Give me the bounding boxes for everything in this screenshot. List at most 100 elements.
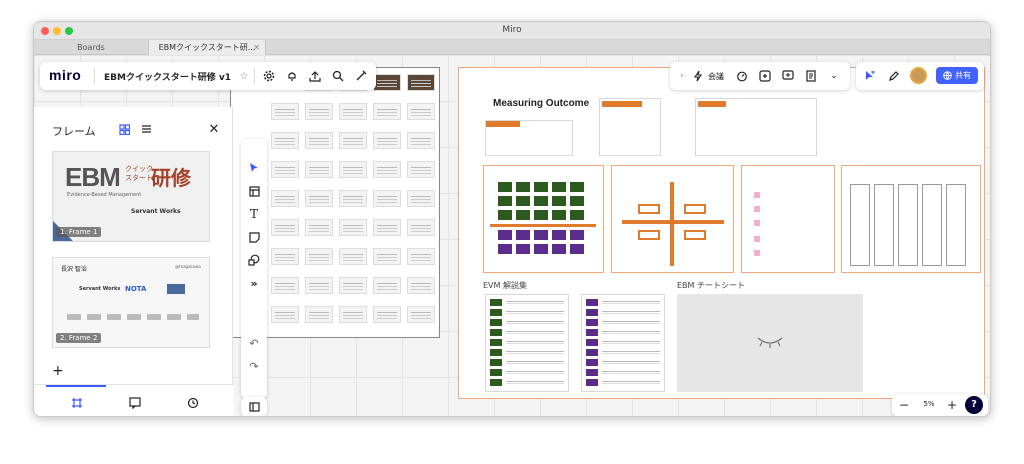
board-canvas[interactable]: Measuring Outcome EVM 解説集 EBM チートシート T »… (34, 55, 990, 416)
slide-thumbnail[interactable] (271, 161, 299, 178)
value-card[interactable] (534, 230, 548, 240)
note-card[interactable] (485, 120, 573, 156)
slide-thumbnail[interactable] (373, 219, 401, 236)
slide-thumbnail[interactable] (271, 277, 299, 294)
slide-thumbnail[interactable] (373, 277, 401, 294)
slide-thumbnail[interactable] (407, 277, 435, 294)
frame-thumbnail-2[interactable]: 長沢 智治 @tnagasawa Servant Works NOTA 2. F… (52, 257, 210, 348)
value-card[interactable] (534, 182, 548, 192)
sticky-icon[interactable] (246, 229, 262, 245)
kva-frame[interactable] (611, 165, 734, 273)
slide-thumbnail[interactable] (305, 219, 333, 236)
magic-icon[interactable] (353, 68, 369, 84)
timer-icon[interactable] (734, 68, 750, 84)
panel-icon[interactable] (246, 399, 262, 415)
value-card[interactable] (534, 210, 548, 220)
slide-thumbnail[interactable] (407, 248, 435, 265)
slide-thumbnail[interactable] (271, 132, 299, 149)
value-card[interactable] (552, 244, 566, 254)
slide-thumbnail[interactable] (407, 161, 435, 178)
value-card[interactable] (552, 230, 566, 240)
search-icon[interactable] (330, 68, 346, 84)
lightning-icon[interactable] (690, 68, 706, 84)
value-card[interactable] (516, 210, 530, 220)
value-card[interactable] (552, 210, 566, 220)
slide-thumbnail[interactable] (339, 277, 367, 294)
evm-row-card[interactable] (586, 359, 598, 366)
value-card[interactable] (516, 196, 530, 206)
evm-row-card[interactable] (586, 339, 598, 346)
evm-row-card[interactable] (586, 369, 598, 376)
evm-row-card[interactable] (586, 319, 598, 326)
evm-row-card[interactable] (490, 299, 502, 306)
tab-board[interactable]: EBMクイックスタート研... ✕ (148, 40, 266, 55)
slide-thumbnail[interactable] (271, 248, 299, 265)
comment-icon[interactable] (780, 68, 796, 84)
list-view-icon[interactable] (138, 121, 154, 137)
slide-thumbnail[interactable] (339, 190, 367, 207)
zoom-level[interactable]: 5% (918, 400, 940, 408)
evm-row-card[interactable] (586, 309, 598, 316)
slide-thumbnail[interactable] (407, 103, 435, 120)
value-card[interactable] (498, 210, 512, 220)
slide-thumbnail[interactable] (407, 74, 435, 91)
zoom-in-button[interactable]: + (944, 397, 960, 413)
comment-panel-icon[interactable] (127, 395, 143, 411)
team-evm-frame[interactable] (841, 165, 981, 273)
value-card[interactable] (570, 244, 584, 254)
evm-row-card[interactable] (490, 319, 502, 326)
value-card[interactable] (570, 196, 584, 206)
slide-thumbnail[interactable] (271, 190, 299, 207)
value-card[interactable] (516, 230, 530, 240)
more-icon[interactable]: » (246, 275, 262, 291)
slide-thumbnail[interactable] (271, 306, 299, 323)
undo-icon[interactable]: ↶ (246, 335, 262, 351)
evm-row-card[interactable] (586, 349, 598, 356)
value-card[interactable] (516, 182, 530, 192)
slide-thumbnail[interactable] (373, 306, 401, 323)
workshop-frame[interactable]: Measuring Outcome EVM 解説集 EBM チートシート (458, 67, 985, 399)
slide-thumbnail[interactable] (373, 190, 401, 207)
evm-sheet-green[interactable] (485, 294, 569, 392)
evm-row-card[interactable] (490, 339, 502, 346)
evm-row-card[interactable] (586, 329, 598, 336)
value-card[interactable] (498, 196, 512, 206)
help-icon[interactable]: ? (965, 396, 983, 414)
kvm-frame[interactable] (483, 165, 604, 273)
value-card[interactable] (570, 210, 584, 220)
share-button[interactable]: 共有 (936, 67, 978, 84)
evm-row-card[interactable] (490, 369, 502, 376)
board-title[interactable]: EBMクイックスタート研修 v1 (104, 70, 231, 83)
value-card[interactable] (516, 244, 530, 254)
evm-row-card[interactable] (490, 379, 502, 386)
chevron-down-icon[interactable]: ⌄ (826, 68, 842, 84)
panel-toggle[interactable] (241, 397, 267, 416)
chevron-right-icon[interactable]: › (674, 68, 690, 84)
bell-icon[interactable] (284, 68, 300, 84)
evm-row-card[interactable] (490, 349, 502, 356)
note-card[interactable] (599, 98, 661, 156)
frame-thumbnail-1[interactable]: EBM クイック スタート 研修 Evidence-Based Manageme… (52, 151, 210, 242)
slide-thumbnail[interactable] (339, 103, 367, 120)
slide-thumbnail[interactable] (373, 161, 401, 178)
avatar[interactable] (910, 67, 927, 84)
slide-thumbnail[interactable] (339, 306, 367, 323)
value-card[interactable] (552, 196, 566, 206)
value-card[interactable] (552, 182, 566, 192)
value-card[interactable] (534, 196, 548, 206)
slide-thumbnail[interactable] (305, 190, 333, 207)
slide-thumbnail[interactable] (305, 306, 333, 323)
slide-thumbnail[interactable] (373, 248, 401, 265)
close-tab-icon[interactable]: ✕ (253, 40, 260, 55)
zoom-out-button[interactable]: − (896, 397, 912, 413)
close-icon[interactable]: ✕ (206, 121, 222, 137)
slide-thumbnail[interactable] (373, 132, 401, 149)
evm-row-card[interactable] (490, 329, 502, 336)
settings-icon[interactable] (261, 68, 277, 84)
pen-icon[interactable] (886, 68, 902, 84)
add-frame-button[interactable]: + (52, 363, 64, 379)
evm-row-card[interactable] (490, 309, 502, 316)
slide-thumbnail[interactable] (373, 103, 401, 120)
upload-icon[interactable] (307, 68, 323, 84)
meeting-button[interactable]: 会議 (708, 71, 724, 82)
